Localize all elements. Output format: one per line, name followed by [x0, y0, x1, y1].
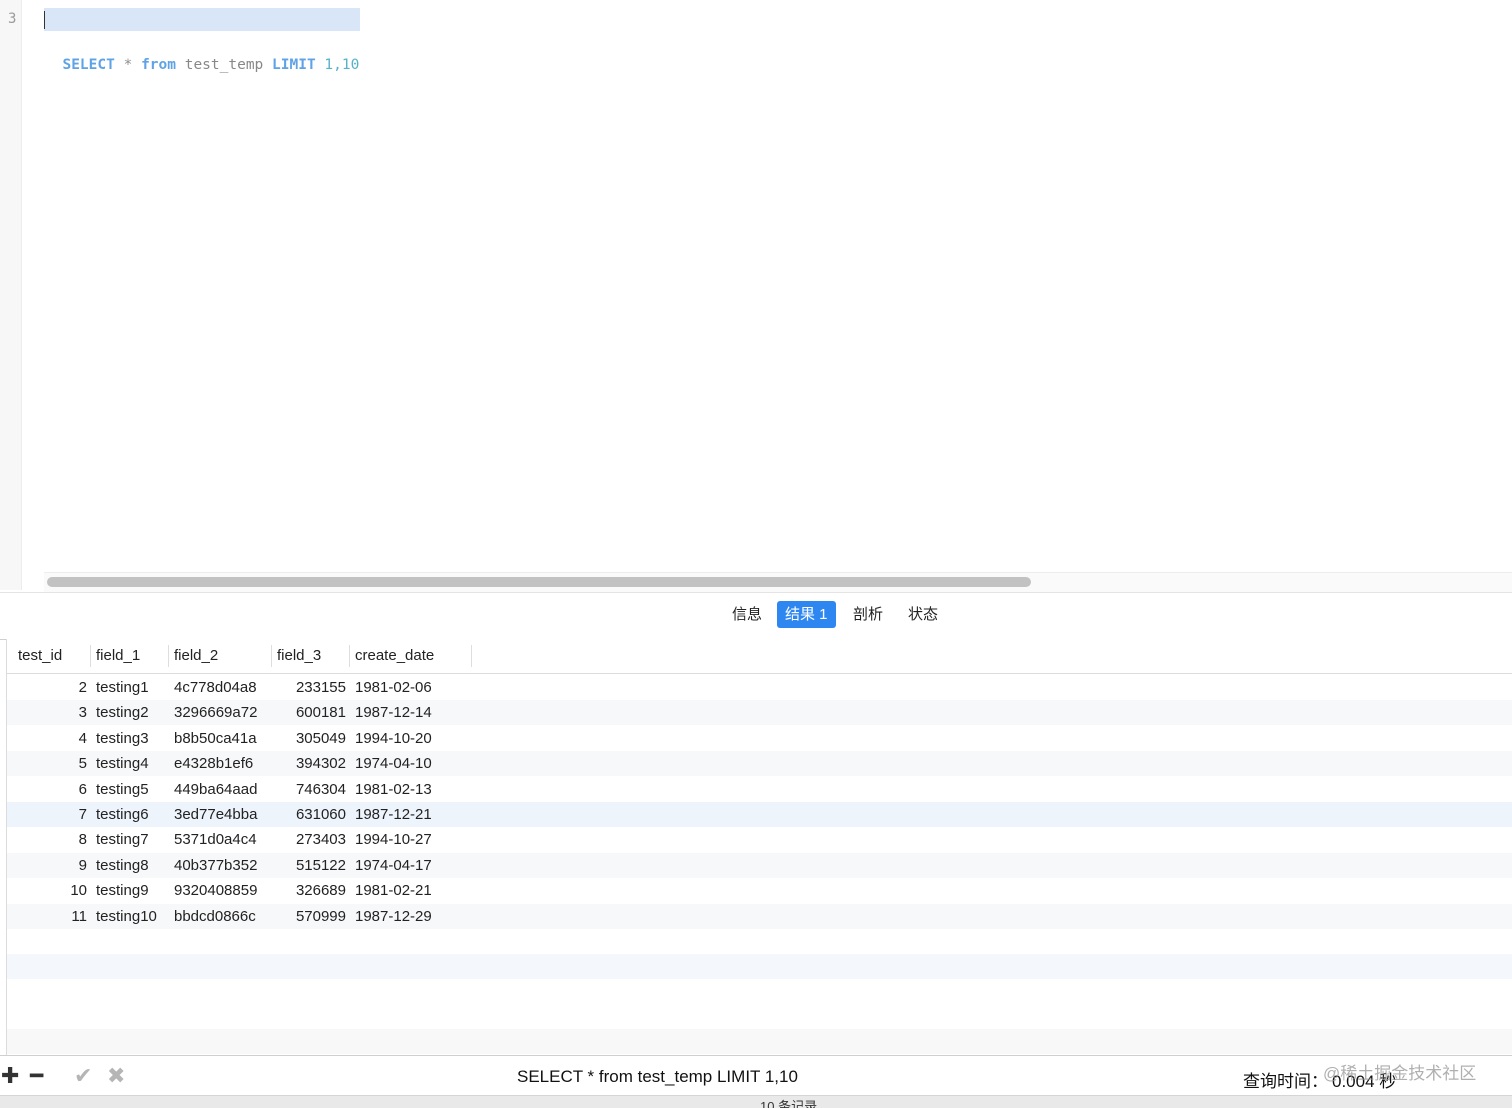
- cell-test-id[interactable]: 7: [13, 802, 87, 827]
- tab-status[interactable]: 状态: [900, 601, 946, 628]
- cell-test-id[interactable]: 2: [13, 675, 87, 700]
- watermark: @稀土掘金技术社区: [1323, 1064, 1477, 1083]
- column-header-field-2[interactable]: field_2: [169, 645, 272, 667]
- result-grid[interactable]: test_id field_1 field_2 field_3 create_d…: [6, 639, 1512, 1055]
- cell-create-date[interactable]: 1981-02-21: [355, 878, 465, 903]
- table-row[interactable]: 11 testing10 bbdcd0866c 570999 1987-12-29: [7, 903, 1512, 929]
- table-row[interactable]: 8 testing7 5371d0a4c4 273403 1994-10-27: [7, 827, 1512, 852]
- empty-row: [7, 1029, 1512, 1054]
- cell-field-3[interactable]: 233155: [275, 675, 346, 700]
- cell-create-date[interactable]: 1981-02-13: [355, 777, 465, 802]
- sql-editor[interactable]: 3 SELECT * from test_temp LIMIT 1,10: [0, 0, 1512, 592]
- tab-info[interactable]: 信息: [724, 601, 770, 628]
- cell-test-id[interactable]: 3: [13, 700, 87, 725]
- sql-token: 1,10: [324, 57, 360, 73]
- table-row[interactable]: 10 testing9 9320408859 326689 1981-02-21: [7, 878, 1512, 903]
- cell-field-1[interactable]: testing2: [96, 700, 170, 725]
- sql-token: from: [141, 57, 176, 73]
- cell-field-3[interactable]: 631060: [275, 802, 346, 827]
- cell-field-2[interactable]: bbdcd0866c: [174, 904, 274, 929]
- column-header-test-id[interactable]: test_id: [13, 645, 91, 667]
- table-row[interactable]: 4 testing3 b8b50ca41a 305049 1994-10-20: [7, 726, 1512, 751]
- result-tab-bar: 信息 结果 1 剖析 状态: [0, 592, 1512, 640]
- grid-header: test_id field_1 field_2 field_3 create_d…: [7, 639, 1512, 674]
- cell-field-2[interactable]: 3296669a72: [174, 700, 274, 725]
- cell-field-3[interactable]: 326689: [275, 878, 346, 903]
- code-line-selected[interactable]: SELECT * from test_temp LIMIT 1,10: [44, 8, 361, 73]
- table-row[interactable]: 2 testing1 4c778d04a8 233155 1981-02-06: [7, 675, 1512, 700]
- cell-field-3[interactable]: 305049: [275, 726, 346, 751]
- executed-sql-text: SELECT * from test_temp LIMIT 1,10: [517, 1067, 798, 1086]
- sql-token: LIMIT: [272, 57, 316, 73]
- cell-test-id[interactable]: 9: [13, 853, 87, 878]
- cell-field-1[interactable]: testing7: [96, 827, 170, 852]
- cell-field-2[interactable]: 449ba64aad: [174, 777, 274, 802]
- tab-profile[interactable]: 剖析: [845, 601, 891, 628]
- cell-field-2[interactable]: b8b50ca41a: [174, 726, 274, 751]
- remove-icon[interactable]: ━: [30, 1063, 43, 1089]
- cell-test-id[interactable]: 8: [13, 827, 87, 852]
- cell-field-2[interactable]: 40b377b352: [174, 853, 274, 878]
- close-icon[interactable]: ✖: [107, 1063, 125, 1089]
- cell-field-2[interactable]: e4328b1ef6: [174, 751, 274, 776]
- column-header-create-date[interactable]: create_date: [350, 645, 472, 667]
- cell-field-3[interactable]: 570999: [275, 904, 346, 929]
- cell-field-2[interactable]: 3ed77e4bba: [174, 802, 274, 827]
- cell-field-1[interactable]: testing4: [96, 751, 170, 776]
- cell-test-id[interactable]: 5: [13, 751, 87, 776]
- table-row[interactable]: 5 testing4 e4328b1ef6 394302 1974-04-10: [7, 751, 1512, 777]
- status-bar: 10 条记录: [0, 1095, 1512, 1108]
- add-icon[interactable]: ✚: [1, 1063, 19, 1089]
- sql-token: SELECT: [62, 57, 115, 73]
- cell-field-3[interactable]: 746304: [275, 777, 346, 802]
- cell-create-date[interactable]: 1987-12-29: [355, 904, 465, 929]
- scrollbar-thumb[interactable]: [47, 577, 1031, 587]
- line-number: 3: [8, 11, 17, 27]
- cell-test-id[interactable]: 6: [13, 777, 87, 802]
- cell-field-3[interactable]: 394302: [275, 751, 346, 776]
- cell-test-id[interactable]: 4: [13, 726, 87, 751]
- line-number-gutter: 3: [0, 0, 22, 590]
- cell-create-date[interactable]: 1974-04-10: [355, 751, 465, 776]
- cell-test-id[interactable]: 11: [13, 904, 87, 929]
- table-row[interactable]: 3 testing2 3296669a72 600181 1987-12-14: [7, 700, 1512, 726]
- cell-create-date[interactable]: 1974-04-17: [355, 853, 465, 878]
- table-row[interactable]: 6 testing5 449ba64aad 746304 1981-02-13: [7, 777, 1512, 802]
- cell-field-1[interactable]: testing3: [96, 726, 170, 751]
- cell-create-date[interactable]: 1981-02-06: [355, 675, 465, 700]
- column-header-field-1[interactable]: field_1: [91, 645, 169, 667]
- check-icon[interactable]: ✔: [74, 1063, 92, 1089]
- sql-token: test_temp: [184, 57, 264, 73]
- query-time-label: 查询时间：: [1243, 1072, 1328, 1091]
- cell-create-date[interactable]: 1994-10-27: [355, 827, 465, 852]
- cell-field-1[interactable]: testing6: [96, 802, 170, 827]
- tab-result-1[interactable]: 结果 1: [777, 601, 836, 628]
- cell-field-1[interactable]: testing8: [96, 853, 170, 878]
- cell-field-2[interactable]: 4c778d04a8: [174, 675, 274, 700]
- cell-field-2[interactable]: 5371d0a4c4: [174, 827, 274, 852]
- table-row[interactable]: 7 testing6 3ed77e4bba 631060 1987-12-21: [7, 802, 1512, 827]
- text-caret: [44, 11, 45, 29]
- cell-field-3[interactable]: 515122: [275, 853, 346, 878]
- cell-test-id[interactable]: 10: [13, 878, 87, 903]
- cell-field-3[interactable]: 600181: [275, 700, 346, 725]
- cell-create-date[interactable]: 1987-12-14: [355, 700, 465, 725]
- cell-field-1[interactable]: testing1: [96, 675, 170, 700]
- cell-field-3[interactable]: 273403: [275, 827, 346, 852]
- table-row[interactable]: 9 testing8 40b377b352 515122 1974-04-17: [7, 852, 1512, 878]
- editor-horizontal-scrollbar[interactable]: [44, 572, 1512, 592]
- empty-row: [7, 954, 1512, 979]
- cell-create-date[interactable]: 1994-10-20: [355, 726, 465, 751]
- query-footer: ✚ ━ ✔ ✖ SELECT * from test_temp LIMIT 1,…: [0, 1055, 1512, 1096]
- cell-field-1[interactable]: testing5: [96, 777, 170, 802]
- cell-field-1[interactable]: testing10: [96, 904, 170, 929]
- cell-field-2[interactable]: 9320408859: [174, 878, 274, 903]
- cell-create-date[interactable]: 1987-12-21: [355, 802, 465, 827]
- column-header-field-3[interactable]: field_3: [272, 645, 350, 667]
- cell-field-1[interactable]: testing9: [96, 878, 170, 903]
